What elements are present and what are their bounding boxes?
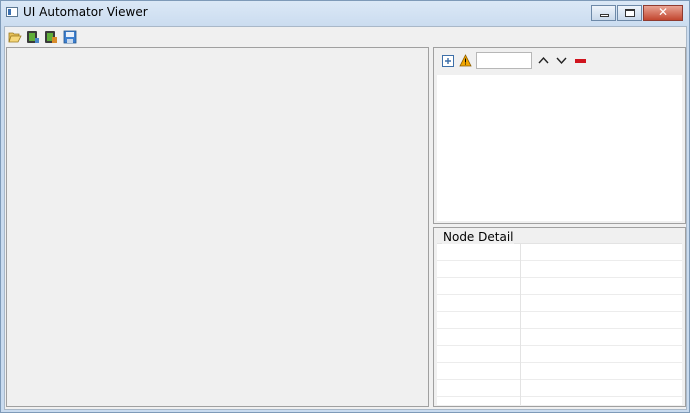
client-area: Node Detail [4,26,687,410]
node-detail-table[interactable] [437,243,682,405]
table-row[interactable] [437,295,682,312]
next-icon[interactable] [556,56,567,65]
maximize-icon [625,9,635,17]
device-screenshot-icon[interactable] [26,30,40,44]
search-input[interactable] [476,52,532,69]
node-detail-label: Node Detail [442,230,515,244]
device-screenshot-compressed-icon[interactable] [44,30,58,44]
previous-icon[interactable] [538,56,549,65]
hierarchy-panel [433,47,686,224]
maximize-button[interactable] [617,5,642,21]
app-window: UI Automator Viewer ✕ Node Detail [0,0,690,413]
hierarchy-toolbar [434,48,685,74]
table-row[interactable] [437,380,682,397]
title-bar[interactable]: UI Automator Viewer ✕ [1,1,689,25]
clear-icon[interactable] [575,59,586,63]
column-divider[interactable] [520,244,521,405]
table-row[interactable] [437,363,682,380]
table-row[interactable] [437,346,682,363]
app-icon [6,7,18,17]
open-folder-icon[interactable] [8,30,22,44]
save-icon[interactable] [63,30,77,44]
close-icon: ✕ [657,5,669,19]
minimize-button[interactable] [591,5,616,21]
table-row[interactable] [437,329,682,346]
screenshot-panel[interactable] [6,47,429,407]
table-row[interactable] [437,312,682,329]
close-button[interactable]: ✕ [643,5,683,21]
table-row[interactable] [437,278,682,295]
node-detail-panel: Node Detail [433,227,686,407]
minimize-icon [600,14,609,17]
window-title: UI Automator Viewer [23,5,148,19]
table-row[interactable] [437,244,682,261]
warning-icon[interactable] [459,54,472,67]
expand-all-icon[interactable] [442,55,454,67]
hierarchy-tree[interactable] [437,75,682,221]
main-toolbar [5,27,686,47]
table-row[interactable] [437,261,682,278]
